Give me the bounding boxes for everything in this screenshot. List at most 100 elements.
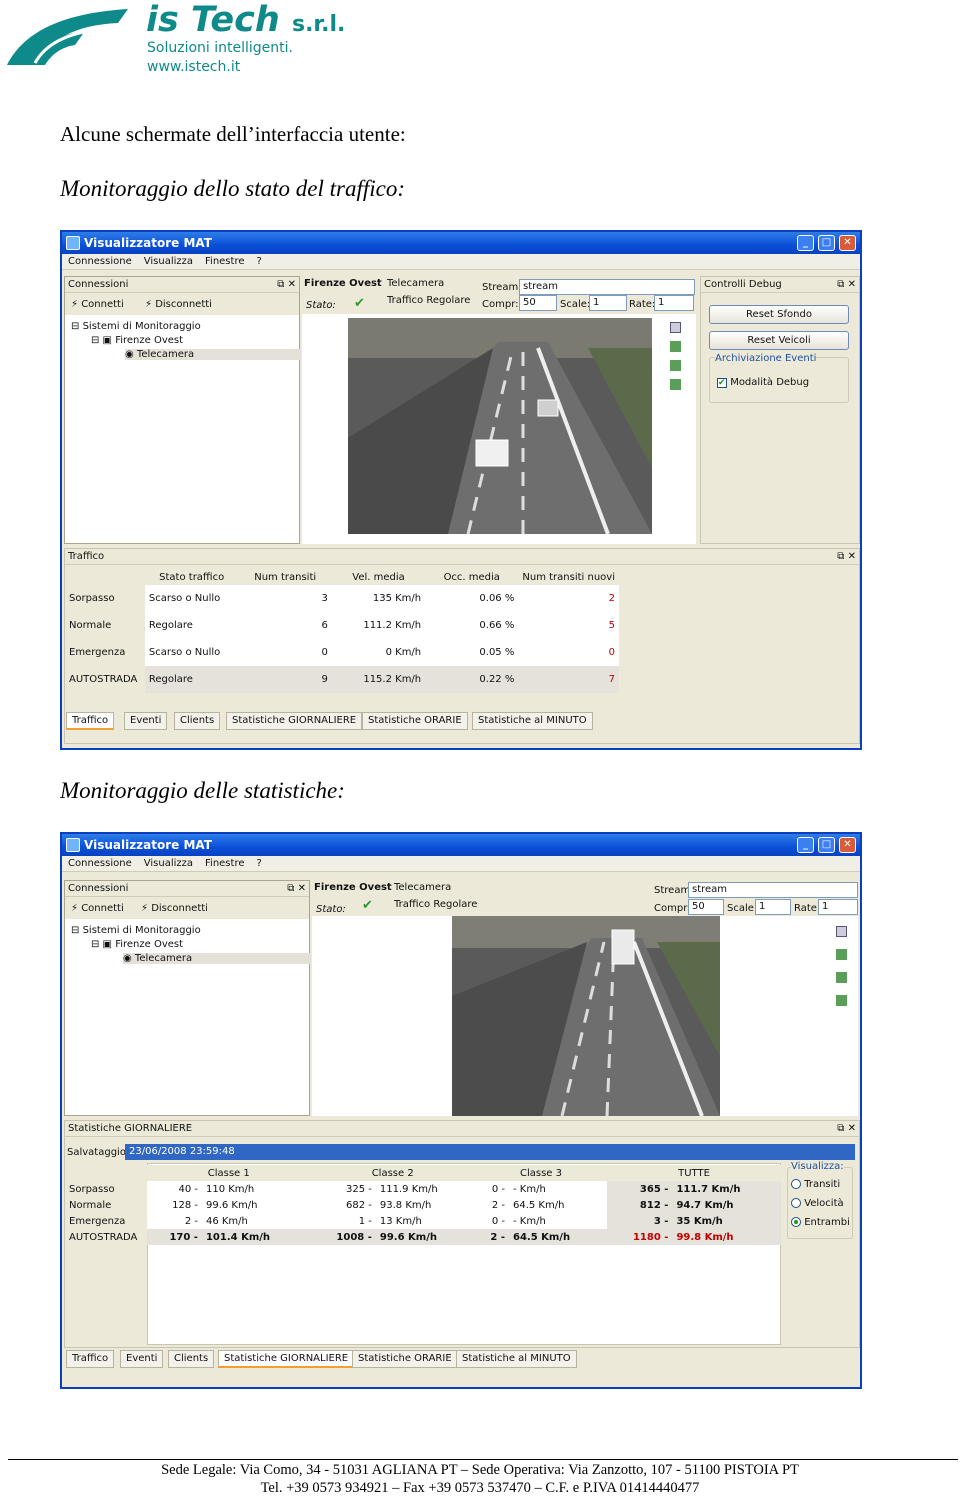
col-classe1[interactable]: Classe 1	[147, 1165, 311, 1181]
menu-finestre[interactable]: Finestre	[199, 856, 250, 871]
cell: 9	[321, 674, 328, 685]
radio-velocita[interactable]: Velocità	[791, 1198, 844, 1209]
cell: 325 -	[346, 1183, 372, 1195]
reset-vehicles-button[interactable]: Reset Veicoli	[709, 331, 849, 350]
window-titlebar: Visualizzatore MAT _ □ ✕	[62, 834, 860, 856]
table-row: Normale Regolare 6 111.2 Km/h 0.66 % 5	[65, 612, 619, 639]
minimize-button[interactable]: _	[797, 235, 814, 251]
cell: - Km/h	[512, 1183, 546, 1195]
cell: 110 Km/h	[205, 1183, 255, 1195]
save-label: Salvataggio:	[67, 1147, 130, 1158]
tree-site[interactable]: ⊟ ▣ Firenze Ovest	[91, 939, 183, 950]
reset-background-button[interactable]: Reset Sfondo	[709, 305, 849, 324]
menu-visualizza[interactable]: Visualizza	[138, 254, 199, 269]
tab-traffico[interactable]: Traffico	[66, 1350, 115, 1368]
tree-camera[interactable]: ◉ Telecamera	[123, 953, 311, 964]
radio-transiti[interactable]: Transiti	[791, 1179, 840, 1190]
tab-stat-giornaliere[interactable]: Statistiche GIORNALIERE	[226, 712, 363, 730]
tree-root[interactable]: ⊟ Sistemi di Monitoraggio	[71, 925, 201, 936]
cell: 0	[608, 647, 615, 658]
tree-root[interactable]: ⊟ Sistemi di Monitoraggio	[71, 321, 201, 332]
radio-entrambi[interactable]: Entrambi	[791, 1217, 850, 1228]
stream-select[interactable]: stream	[519, 279, 695, 295]
camera-site: Firenze Ovest	[314, 882, 392, 893]
col-occ[interactable]: Occ. media	[425, 569, 519, 585]
tab-eventi[interactable]: Eventi	[120, 1350, 164, 1368]
debug-mode-checkbox[interactable]: ✔ Modalità Debug	[717, 377, 809, 388]
cell: 0	[321, 647, 328, 658]
compr-spinner[interactable]: 50	[688, 899, 724, 915]
compr-spinner[interactable]: 50	[519, 295, 557, 311]
connect-button[interactable]: ⚡ Connetti	[71, 903, 124, 914]
col-classe3[interactable]: Classe 3	[474, 1165, 607, 1181]
status-check-icon: ✔	[362, 898, 373, 913]
tab-eventi[interactable]: Eventi	[124, 712, 168, 730]
cell: 0.06 %	[479, 593, 515, 604]
website-link[interactable]: www.istech.it	[147, 59, 240, 76]
debug-panel: Controlli Debug ⧉ ✕ Reset Sfondo Reset Ve…	[700, 276, 860, 544]
footer-contacts: Tel. +39 0573 934921 – Fax +39 0573 5374…	[260, 1480, 700, 1496]
tab-traffico[interactable]: Traffico	[66, 712, 115, 730]
tab-stat-minuto[interactable]: Statistiche al MINUTO	[472, 712, 593, 730]
maximize-button[interactable]: □	[818, 837, 835, 853]
col-classe2[interactable]: Classe 2	[310, 1165, 475, 1181]
tab-clients[interactable]: Clients	[168, 1350, 215, 1368]
tab-stat-orarie[interactable]: Statistiche ORARIE	[352, 1350, 458, 1368]
app-icon	[66, 838, 80, 852]
disconnect-button[interactable]: ⚡ Disconnetti	[141, 903, 208, 914]
menu-finestre[interactable]: Finestre	[199, 254, 250, 269]
menu-help[interactable]: ?	[250, 856, 267, 871]
camera-tool-icons[interactable]	[836, 926, 850, 1016]
maximize-button[interactable]: □	[818, 235, 835, 251]
camera-site: Firenze Ovest	[304, 278, 382, 289]
close-button[interactable]: ✕	[839, 235, 856, 251]
cell: 6	[321, 620, 328, 631]
panel-close-icon[interactable]: ⧉ ✕	[837, 549, 856, 565]
brand-name: is Tech s.r.l.	[146, 0, 346, 40]
row-label: Sorpasso	[65, 1181, 147, 1197]
menu-bar: Connessione Visualizza Finestre?	[62, 254, 860, 270]
disconnect-button[interactable]: ⚡ Disconnetti	[145, 299, 212, 310]
col-nuovi[interactable]: Num transiti nuovi	[518, 569, 619, 585]
minimize-button[interactable]: _	[797, 837, 814, 853]
close-button[interactable]: ✕	[839, 837, 856, 853]
scale-label: Scale:	[727, 903, 758, 914]
window-titlebar: Visualizzatore MAT _ □ ✕	[62, 232, 860, 254]
col-transiti[interactable]: Num transiti	[238, 569, 332, 585]
connect-button[interactable]: ⚡ Connetti	[71, 299, 124, 310]
cell: 682 -	[346, 1199, 372, 1211]
tree-camera[interactable]: ◉ Telecamera	[125, 349, 301, 360]
menu-visualizza[interactable]: Visualizza	[138, 856, 199, 871]
tab-stat-orarie[interactable]: Statistiche ORARIE	[362, 712, 468, 730]
menu-help[interactable]: ?	[250, 254, 267, 269]
col-vel[interactable]: Vel. media	[331, 569, 426, 585]
camera-tool-icons[interactable]	[670, 322, 684, 402]
panel-close-icon[interactable]: ⧉ ✕	[287, 881, 306, 897]
panel-close-icon[interactable]: ⧉ ✕	[837, 277, 856, 293]
table-row: Sorpasso 40 - 110 Km/h 325 - 111.9 Km/h 0 …	[65, 1181, 781, 1197]
panel-close-icon[interactable]: ⧉ ✕	[277, 277, 296, 293]
rate-spinner[interactable]: 1	[654, 295, 694, 311]
row-label: Emergenza	[65, 1213, 147, 1229]
tab-stat-giornaliere[interactable]: Statistiche GIORNALIERE	[218, 1350, 355, 1368]
cell: Regolare	[148, 620, 193, 631]
cell: 7	[608, 674, 615, 685]
save-timestamp-select[interactable]: 23/06/2008 23:59:48	[125, 1144, 855, 1160]
stats-table: Classe 1 Classe 2 Classe 3 TUTTE Sorpass…	[65, 1165, 781, 1245]
scale-spinner[interactable]: 1	[589, 295, 627, 311]
footer-address: Sede Legale: Via Como, 34 - 51031 AGLIAN…	[161, 1462, 799, 1478]
col-tutte[interactable]: TUTTE	[607, 1165, 781, 1181]
rate-spinner[interactable]: 1	[818, 899, 858, 915]
cell: 2	[608, 593, 615, 604]
tab-clients[interactable]: Clients	[174, 712, 221, 730]
tree-site[interactable]: ⊟ ▣ Firenze Ovest	[91, 335, 183, 346]
menu-connessione[interactable]: Connessione	[62, 254, 138, 269]
stream-select[interactable]: stream	[688, 882, 858, 898]
tab-stat-minuto[interactable]: Statistiche al MINUTO	[456, 1350, 577, 1368]
menu-connessione[interactable]: Connessione	[62, 856, 138, 871]
col-stato[interactable]: Stato traffico	[144, 569, 239, 585]
connections-title: Connessioni	[68, 279, 129, 290]
scale-spinner[interactable]: 1	[755, 899, 791, 915]
row-label: AUTOSTRADA	[65, 1229, 147, 1245]
panel-close-icon[interactable]: ⧉ ✕	[837, 1121, 856, 1137]
